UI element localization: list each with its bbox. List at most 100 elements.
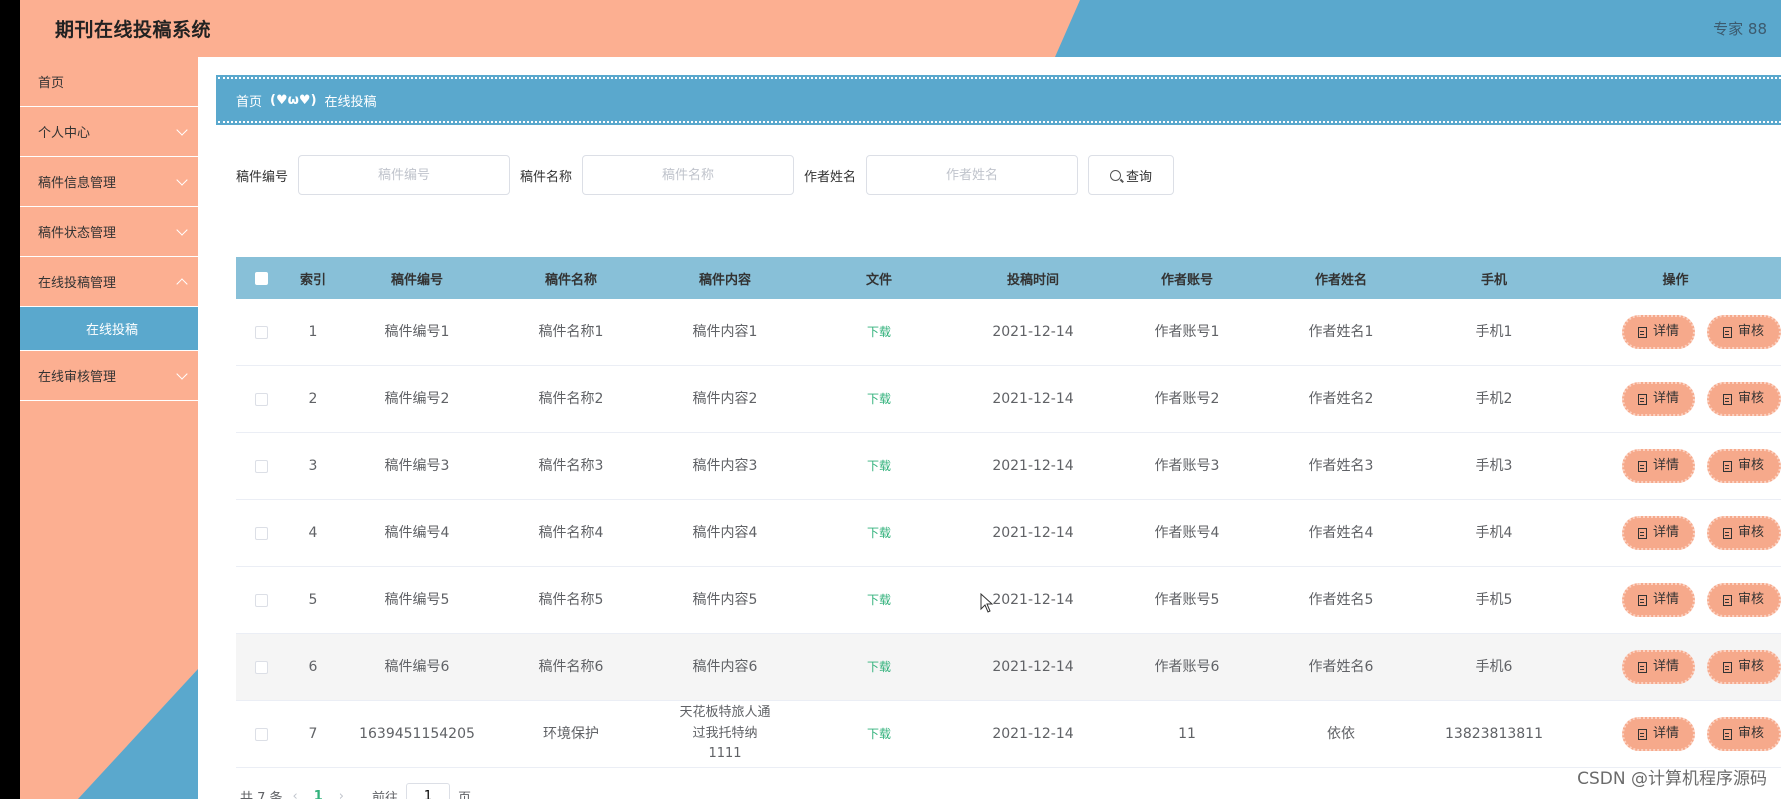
table-row: 6 稿件编号6 稿件名称6 稿件内容6 下载 2021-12-14 作者账号6 作者姓名6 手机… [236,634,1781,701]
submission-time-cell: 2021-12-14 [956,455,1110,477]
author-name: 作者姓名5 [1308,591,1374,608]
pagination-goto-prefix: 前往 [372,790,399,799]
row-checkbox-cell [236,459,286,473]
download-link[interactable]: 下载 [867,459,891,473]
row-checkbox[interactable] [254,459,268,473]
author-name-cell: 依依 [1264,723,1418,745]
submission-time-cell: 2021-12-14 [956,522,1110,544]
manuscript-code-input[interactable] [298,155,511,195]
manuscript-code-cell: 稿件编号1 [340,321,494,343]
manuscript-content-cell: 稿件内容5 [648,589,802,611]
detail-button[interactable]: 详情 [1621,583,1695,617]
row-checkbox-cell [236,660,286,674]
user-name[interactable]: 专家 88 [1713,18,1767,39]
search-button-label: 查询 [1126,169,1153,185]
manuscript-code: 稿件编号5 [384,591,450,608]
row-actions: 详情 审核 [1570,315,1781,349]
manuscript-name-cell: 环境保护 [494,723,648,745]
page-jump-input[interactable] [406,783,451,799]
manuscript-content-cell: 天花板特旅人通过我托特纳1111 [648,703,802,765]
detail-button[interactable]: 详情 [1621,650,1695,684]
breadcrumb-home[interactable]: 首页 [236,91,262,110]
download-link[interactable]: 下载 [867,392,891,406]
author-account-cell: 作者账号5 [1110,589,1264,611]
submission-time-cell: 2021-12-14 [956,723,1110,745]
row-checkbox[interactable] [254,660,268,674]
manuscript-code: 稿件编号6 [384,658,450,675]
prev-page-icon[interactable]: ‹ [293,789,298,799]
audit-button[interactable]: 审核 [1707,516,1781,550]
author-name: 作者姓名2 [1308,390,1374,407]
audit-button[interactable]: 审核 [1707,315,1781,349]
select-all-checkbox[interactable] [254,271,268,285]
table-row: 3 稿件编号3 稿件名称3 稿件内容3 下载 2021-12-14 作者账号3 作者姓名3 手机… [236,433,1781,500]
download-link[interactable]: 下载 [867,660,891,674]
chevron-down-icon [176,124,188,136]
manuscript-name-input[interactable] [582,155,795,195]
column-header: 索引 [299,272,326,288]
author-name-cell: 作者姓名1 [1264,321,1418,343]
search-button[interactable]: 查询 [1088,155,1175,195]
author-name-cell: 作者姓名5 [1264,589,1418,611]
submission-time: 2021-12-14 [992,457,1074,474]
download-link[interactable]: 下载 [867,727,891,741]
row-index: 1 [308,323,318,340]
row-actions: 详情 审核 [1570,650,1781,684]
row-index: 4 [308,524,318,541]
download-link[interactable]: 下载 [867,526,891,540]
phone-number-cell: 手机3 [1418,455,1570,477]
audit-button[interactable]: 审核 [1707,382,1781,416]
row-checkbox-cell [236,727,286,741]
row-checkbox[interactable] [254,593,268,607]
manuscript-code: 稿件编号4 [384,524,450,541]
manuscript-content-cell: 稿件内容6 [648,656,802,678]
sidebar-item-manuscript-status[interactable]: 稿件状态管理 [20,207,198,257]
mouse-cursor-icon [980,593,994,613]
audit-button[interactable]: 审核 [1707,650,1781,684]
detail-button-label: 详情 [1652,658,1679,674]
author-account: 作者账号3 [1154,457,1220,474]
watermark: CSDN @计算机程序源码 [1577,769,1767,789]
manuscript-name-cell: 稿件名称5 [494,589,648,611]
detail-button[interactable]: 详情 [1621,516,1695,550]
download-link[interactable]: 下载 [867,593,891,607]
column-header: 文件 [865,272,892,288]
phone-number: 手机5 [1475,591,1513,608]
sidebar-item-online-submission[interactable]: 在线投稿管理 [20,257,198,307]
row-checkbox[interactable] [254,727,268,741]
author-name-input[interactable] [866,155,1079,195]
audit-button-label: 审核 [1738,457,1765,473]
main-content: 首页 (♥ω♥) 在线投稿 稿件编号 稿件名称 作者姓名 查询 索引 稿件编号 … [198,57,1781,799]
manuscript-name: 稿件名称1 [538,323,604,340]
download-link[interactable]: 下载 [867,325,891,339]
pagination-total: 共 7 条 [240,790,283,799]
phone-number-cell: 手机4 [1418,522,1570,544]
author-account: 作者账号5 [1154,591,1220,608]
row-index-cell: 7 [286,723,340,745]
row-checkbox[interactable] [254,325,268,339]
manuscript-name: 稿件名称3 [538,457,604,474]
audit-button[interactable]: 审核 [1707,583,1781,617]
table-row: 4 稿件编号4 稿件名称4 稿件内容4 下载 2021-12-14 作者账号4 作者姓名4 手机… [236,500,1781,567]
author-name-cell: 作者姓名4 [1264,522,1418,544]
detail-button[interactable]: 详情 [1621,382,1695,416]
audit-button[interactable]: 审核 [1707,449,1781,483]
detail-button[interactable]: 详情 [1621,449,1695,483]
row-checkbox[interactable] [254,526,268,540]
detail-button[interactable]: 详情 [1621,315,1695,349]
download-link-cell: 下载 [802,522,956,544]
audit-button[interactable]: 审核 [1707,717,1781,751]
sidebar-item-home[interactable]: 首页 [20,57,198,107]
sidebar-item-online-review[interactable]: 在线审核管理 [20,351,198,401]
document-icon [1723,460,1732,472]
next-page-icon[interactable]: › [339,789,344,799]
sidebar-item-personal-center[interactable]: 个人中心 [20,107,198,157]
sidebar-item-label: 稿件信息管理 [38,176,117,191]
detail-button[interactable]: 详情 [1621,717,1695,751]
audit-button-label: 审核 [1738,390,1765,406]
page-number[interactable]: 1 [314,789,323,799]
sidebar-item-manuscript-info[interactable]: 稿件信息管理 [20,157,198,207]
row-checkbox[interactable] [254,392,268,406]
search-bar: 稿件编号 稿件名称 作者姓名 查询 [236,155,1175,195]
sidebar-subitem-online-submission[interactable]: 在线投稿 [20,307,198,351]
